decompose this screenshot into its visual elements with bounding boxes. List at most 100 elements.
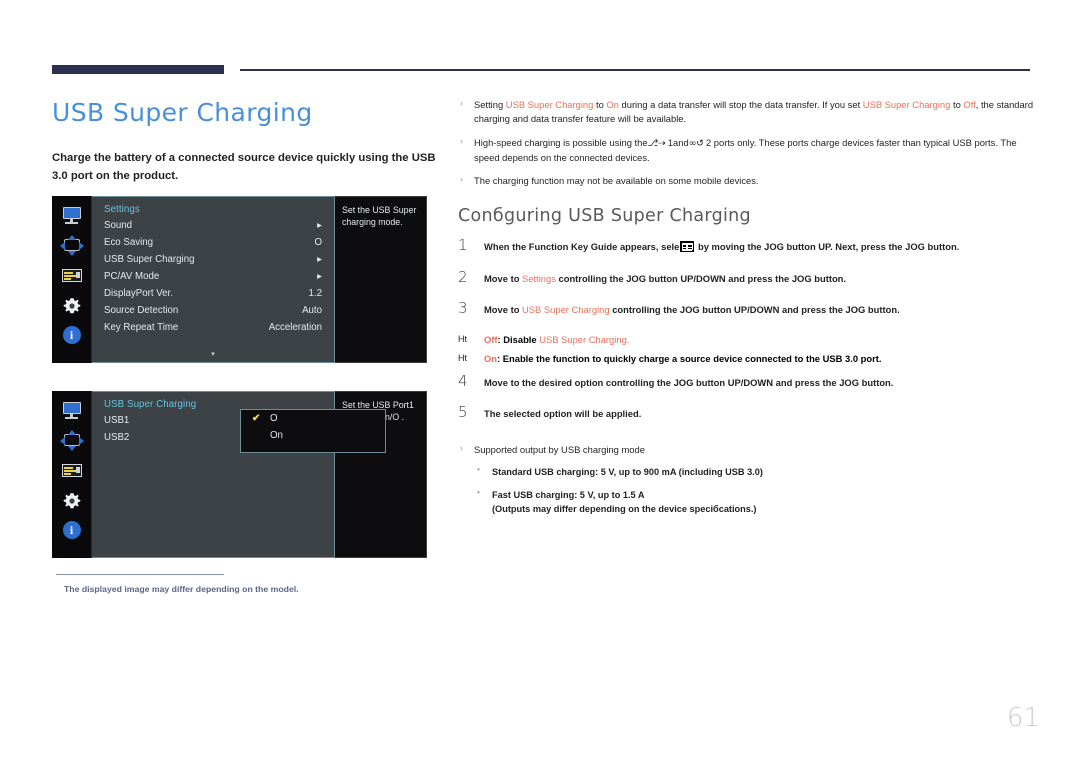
step-text: Move to the desired option controlling t… xyxy=(484,376,894,388)
section-title: Conбguring USB Super Charging xyxy=(458,206,751,227)
substep-highlight-2: USB Super Charging xyxy=(539,333,627,345)
osd-row-displayport-ver[interactable]: DisplayPort Ver. 1.2 xyxy=(92,285,334,302)
supported-output-title: Supported output by USB charging mode xyxy=(458,442,1038,457)
step-4: 4 Move to the desired option controlling… xyxy=(458,372,1038,390)
substep-text: : Disable xyxy=(497,333,540,345)
page-lead-text: Charge the battery of a connected source… xyxy=(52,152,436,182)
supported-output-block: Supported output by USB charging mode St… xyxy=(458,442,1038,517)
osd-row-label: Source Detection xyxy=(104,305,179,316)
osd-row-label: USB Super Charging xyxy=(104,254,195,265)
supported-item-1: Standard USB charging: 5 V, up to 900 mA… xyxy=(458,464,1038,480)
step-text: When the Function Key Guide appears, sel… xyxy=(484,240,1038,254)
substep-text-2: . xyxy=(626,333,630,345)
osd-option-label: O xyxy=(270,413,278,424)
step-text-post: by moving the JOG button UP. Next, press… xyxy=(695,241,960,253)
header-rule-line xyxy=(240,69,1030,71)
menu-icon xyxy=(680,241,695,253)
list-icon xyxy=(61,461,83,480)
gear-icon xyxy=(61,296,83,315)
step-number: 1 xyxy=(458,236,468,255)
page-number: 61 xyxy=(1006,703,1040,733)
step-number: 3 xyxy=(458,298,468,317)
osd-row-value: 1.2 xyxy=(308,288,322,299)
step-text-pre: Move to xyxy=(484,272,523,284)
osd-row-value: ▸ xyxy=(317,220,322,231)
chevron-down-icon[interactable]: ▾ xyxy=(211,350,215,358)
substep-highlight: Off xyxy=(484,333,498,345)
step-text: Move to USB Super Charging controlling t… xyxy=(484,303,1038,317)
osd-usb-charging-screenshot: i USB Super Charging USB1 USB2 ✔ O ✔ xyxy=(52,391,427,558)
note-bullet-3: The charging function may not be availab… xyxy=(458,173,1038,188)
substep-marker: Ht xyxy=(458,333,467,344)
note-bullet-2: High-speed charging is possible using th… xyxy=(458,135,1038,166)
check-icon-placeholder: ✔ xyxy=(252,430,262,441)
usb-port-icon-1: ⎇⇢ xyxy=(647,137,666,149)
move-icon xyxy=(59,235,84,256)
osd-row-key-repeat-time[interactable]: Key Repeat Time Acceleration xyxy=(92,319,334,336)
note-text: High-speed charging is possible using th… xyxy=(474,136,648,148)
step-highlight: Settings xyxy=(522,272,556,284)
step-number: 2 xyxy=(458,267,468,286)
page-title: USB Super Charging xyxy=(52,98,313,127)
step-text-post: controlling the JOG button UP/DOWN and p… xyxy=(555,272,847,284)
note-text: The charging function may not be availab… xyxy=(474,175,759,187)
footnote-divider xyxy=(56,574,224,575)
note-highlight: USB Super Charging xyxy=(505,99,594,110)
osd-row-value: ▸ xyxy=(317,271,322,282)
substep-marker: Ht xyxy=(458,352,467,363)
supported-item-2-note: (Outputs may differ depending on the dev… xyxy=(492,503,757,514)
osd-row-label: Eco Saving xyxy=(104,237,154,248)
note-highlight: Off xyxy=(963,99,976,110)
info-icon: i xyxy=(61,326,83,345)
footnote-text: The displayed image may differ depending… xyxy=(64,584,299,594)
supported-item-2: Fast USB charging: 5 V, up to 1.5 A xyxy=(458,487,1038,503)
substep-text: : Enable the function to quickly charge … xyxy=(497,352,882,364)
substep-off: Ht Off: Disable USB Super Charging. xyxy=(458,334,1038,345)
monitor-icon xyxy=(61,401,83,420)
osd-row-label: USB2 xyxy=(104,432,130,443)
osd-row-pc-av-mode[interactable]: PC/AV Mode ▸ xyxy=(92,268,334,285)
right-column: Setting USB Super Charging to On during … xyxy=(458,97,1038,517)
osd-icon-sidebar: i xyxy=(52,196,92,363)
usb-port-icon-2: ∞↺ xyxy=(688,137,704,149)
header-rule-bar xyxy=(52,65,224,74)
osd-row-label: DisplayPort Ver. xyxy=(104,288,173,299)
monitor-icon xyxy=(61,206,83,225)
document-page: USB Super Charging Charge the battery of… xyxy=(0,0,1080,763)
note-text: Setting xyxy=(474,99,506,110)
step-number: 4 xyxy=(458,371,468,390)
osd-settings-panel: Settings Sound ▸ Eco Saving O USB Super … xyxy=(92,196,335,363)
step-text-pre: Move to xyxy=(484,303,523,315)
step-1: 1 When the Function Key Guide appears, s… xyxy=(458,236,1038,254)
osd-row-label: Sound xyxy=(104,220,133,231)
substep-on: Ht On: Enable the function to quickly ch… xyxy=(458,353,1038,364)
osd-row-sound[interactable]: Sound ▸ xyxy=(92,217,334,234)
step-text-post: controlling the JOG button UP/DOWN and p… xyxy=(609,303,900,315)
step-5: 5 The selected option will be applied. xyxy=(458,403,1038,421)
note-text: to xyxy=(950,99,964,110)
list-icon xyxy=(61,266,83,285)
move-icon xyxy=(59,430,84,451)
osd-row-value: ▸ xyxy=(317,254,322,265)
osd-settings-description: Set the USB Super charging mode. xyxy=(335,196,427,363)
osd-row-usb-super-charging[interactable]: USB Super Charging ▸ xyxy=(92,251,334,268)
osd-row-eco-saving[interactable]: Eco Saving O xyxy=(92,234,334,251)
osd-row-label: PC/AV Mode xyxy=(104,271,160,282)
osd-option-dropdown: ✔ O ✔ On xyxy=(240,409,386,453)
osd-settings-screenshot: i Settings Sound ▸ Eco Saving O USB Supe… xyxy=(52,196,427,363)
osd-row-label: Key Repeat Time xyxy=(104,322,179,333)
gear-icon xyxy=(61,491,83,510)
osd-settings-header: Settings xyxy=(104,204,140,215)
osd-option-off[interactable]: ✔ O xyxy=(241,410,385,427)
osd-icon-sidebar: i xyxy=(52,391,92,558)
step-3: 3 Move to USB Super Charging controlling… xyxy=(458,299,1038,317)
osd-option-on[interactable]: ✔ On xyxy=(241,427,385,444)
osd-option-label: On xyxy=(270,430,283,441)
substep-highlight: On xyxy=(484,352,498,364)
osd-row-value: Auto xyxy=(302,305,322,316)
osd-row-label: USB1 xyxy=(104,415,130,426)
step-number: 5 xyxy=(458,402,468,421)
osd-usb-header: USB Super Charging xyxy=(104,399,197,410)
step-text: The selected option will be applied. xyxy=(484,407,642,419)
osd-row-source-detection[interactable]: Source Detection Auto xyxy=(92,302,334,319)
